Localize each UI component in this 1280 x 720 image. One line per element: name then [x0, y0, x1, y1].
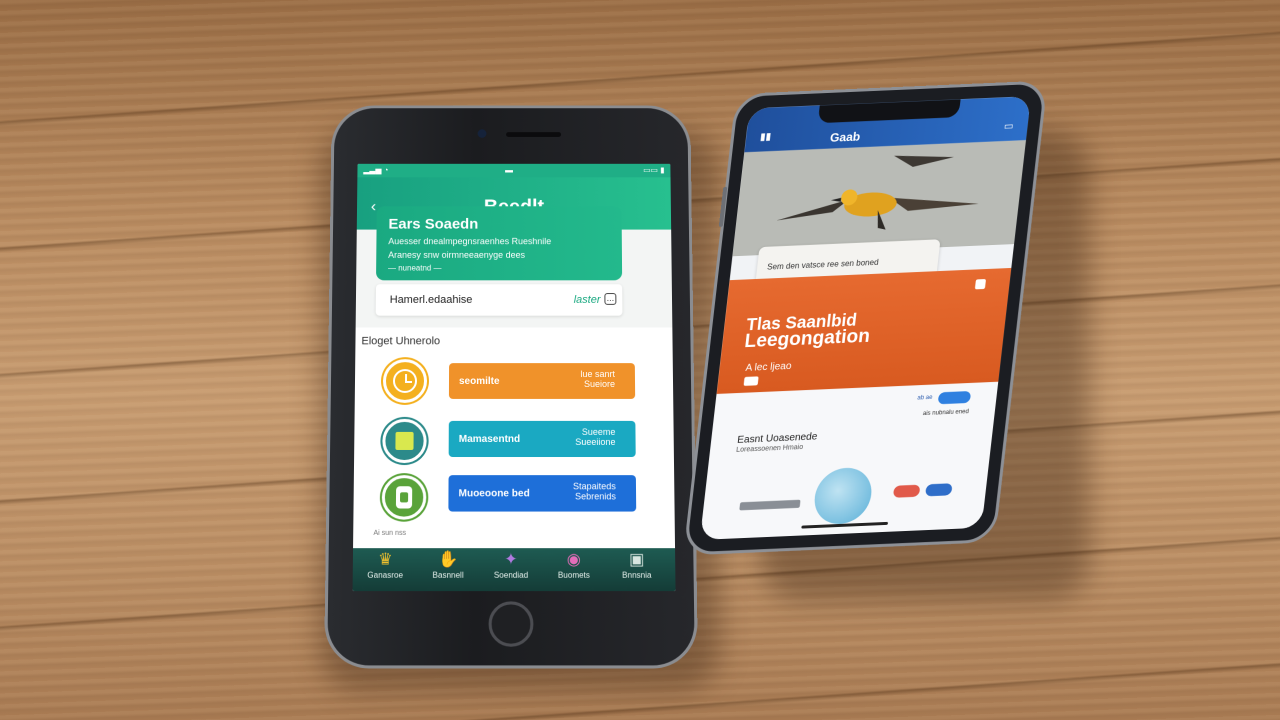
chat-icon[interactable]: … [604, 293, 617, 305]
item-caption: lue sanrt Sueiore [580, 369, 616, 389]
item-caption: Stapaiteds Sebrenids [572, 481, 616, 502]
sheet-tag: ab ae [916, 394, 933, 402]
toggle-pill[interactable] [937, 390, 972, 405]
card-subtext: — nuneatnd — [388, 263, 442, 273]
menu-item-button[interactable]: seomilte lue sanrt Sueiore [448, 363, 636, 399]
tab-label: Ganasroe [367, 570, 404, 580]
footnote: Ai sun nss [373, 529, 407, 537]
crown-icon: ♛ [377, 551, 393, 569]
bird-illustration [732, 140, 1026, 257]
item-label: seomilte [458, 376, 500, 387]
clock-icon [382, 359, 428, 403]
menu-item-button[interactable]: Mamasentnd Sueeme Sueeiione [448, 420, 636, 458]
tab-label: Buomets [557, 570, 590, 580]
item-caption: Sueeme Sueeiione [575, 426, 616, 447]
notch [817, 99, 961, 124]
sheet-note: ais nubnalu ened [922, 408, 970, 417]
banner-caption: A lec ljeao [744, 360, 793, 374]
status-bar: ▂▃▅ ◔ ▬ ▭▭ ▮ [357, 163, 671, 178]
card-text: Aranesy snw oirmneeaenyge dees [388, 250, 525, 260]
battery-icon: ▭ [1003, 120, 1015, 133]
backpack-icon [381, 475, 427, 520]
signal-icon: ▮▮ [759, 131, 772, 143]
promo-banner[interactable]: Tlas Saanlbid Leegongation A lec ljeao [716, 267, 1012, 395]
volume-button[interactable] [718, 186, 728, 227]
time-indicator: ▬ [505, 165, 513, 175]
globe-icon: ◉ [566, 551, 581, 569]
tab-1[interactable]: ♛ Ganasroe [355, 550, 416, 580]
card-text: Auesser dnealmpegnsraenhes Rueshnile [388, 236, 552, 247]
tab-3[interactable]: ✦ Soendiad [481, 550, 542, 580]
app-title: Gaab [829, 129, 862, 145]
row-label: Hamerl.edaahise [389, 294, 473, 306]
banner-badge [743, 376, 759, 386]
star-icon: ✦ [504, 551, 518, 569]
signal-icon: ▂▃▅ ◔ [363, 165, 389, 175]
caption-text: Sem den vatsce ree sen boned [766, 257, 880, 272]
home-button[interactable] [488, 601, 534, 647]
tab-5[interactable]: ▣ Bnnsnia [606, 550, 667, 580]
section-title: Eloget Uhnerolo [361, 335, 441, 348]
globe-icon [811, 466, 875, 526]
row-link[interactable]: laster [574, 294, 601, 306]
tab-label: Basnnell [432, 570, 464, 580]
share-icon[interactable] [974, 278, 987, 290]
left-phone: ▂▃▅ ◔ ▬ ▭▭ ▮ ‹ Beedlt Ears Soaedn Auesse… [324, 105, 698, 669]
tablet-icon [382, 418, 427, 464]
badge-red[interactable] [892, 484, 921, 498]
tab-4[interactable]: ◉ Buomets [543, 550, 604, 580]
details-sheet: ab ae ais nubnalu ened Easnt Uoasenede L… [699, 381, 999, 540]
earpiece-speaker [506, 132, 562, 137]
front-camera [477, 129, 487, 138]
skyline-strip [739, 499, 801, 511]
feature-card[interactable]: Ears Soaedn Auesser dnealmpegnsraenhes R… [376, 206, 623, 281]
section-title: Easnt Uoasenede [736, 431, 818, 446]
left-phone-screen: ▂▃▅ ◔ ▬ ▭▭ ▮ ‹ Beedlt Ears Soaedn Auesse… [352, 163, 676, 592]
battery-icon: ▭▭ ▮ [643, 165, 665, 175]
menu-item-button[interactable]: Muoeoone bed Stapaiteds Sebrenids [448, 475, 637, 512]
item-label: Muoeoone bed [458, 488, 530, 500]
card-title: Ears Soaedn [388, 215, 479, 233]
bird-photo [732, 140, 1026, 257]
photo-scene: { "scene": { "description_colors": { "wo… [0, 0, 1280, 720]
right-phone-screen: Gaab ▮▮ ▭ Sem den vatsce ree sen boned T… [699, 96, 1032, 540]
tab-label: Soendiad [493, 570, 529, 580]
right-phone: Gaab ▮▮ ▭ Sem den vatsce ree sen boned T… [683, 80, 1048, 556]
bag-icon: ▣ [628, 551, 645, 569]
banner-title: Leegongation [743, 325, 872, 353]
search-row[interactable]: Hamerl.edaahise laster … [375, 284, 623, 316]
tab-bar: ♛ Ganasroe ✋ Basnnell ✦ Soendiad ◉ Buome… [352, 548, 676, 592]
badge-blue[interactable] [925, 483, 953, 497]
tab-2[interactable]: ✋ Basnnell [418, 550, 479, 580]
section-subtitle: Loreassoenen Hmaio [735, 443, 804, 454]
item-label: Mamasentnd [458, 433, 521, 445]
handshake-icon: ✋ [438, 551, 459, 569]
tab-label: Bnnsnia [622, 570, 652, 580]
